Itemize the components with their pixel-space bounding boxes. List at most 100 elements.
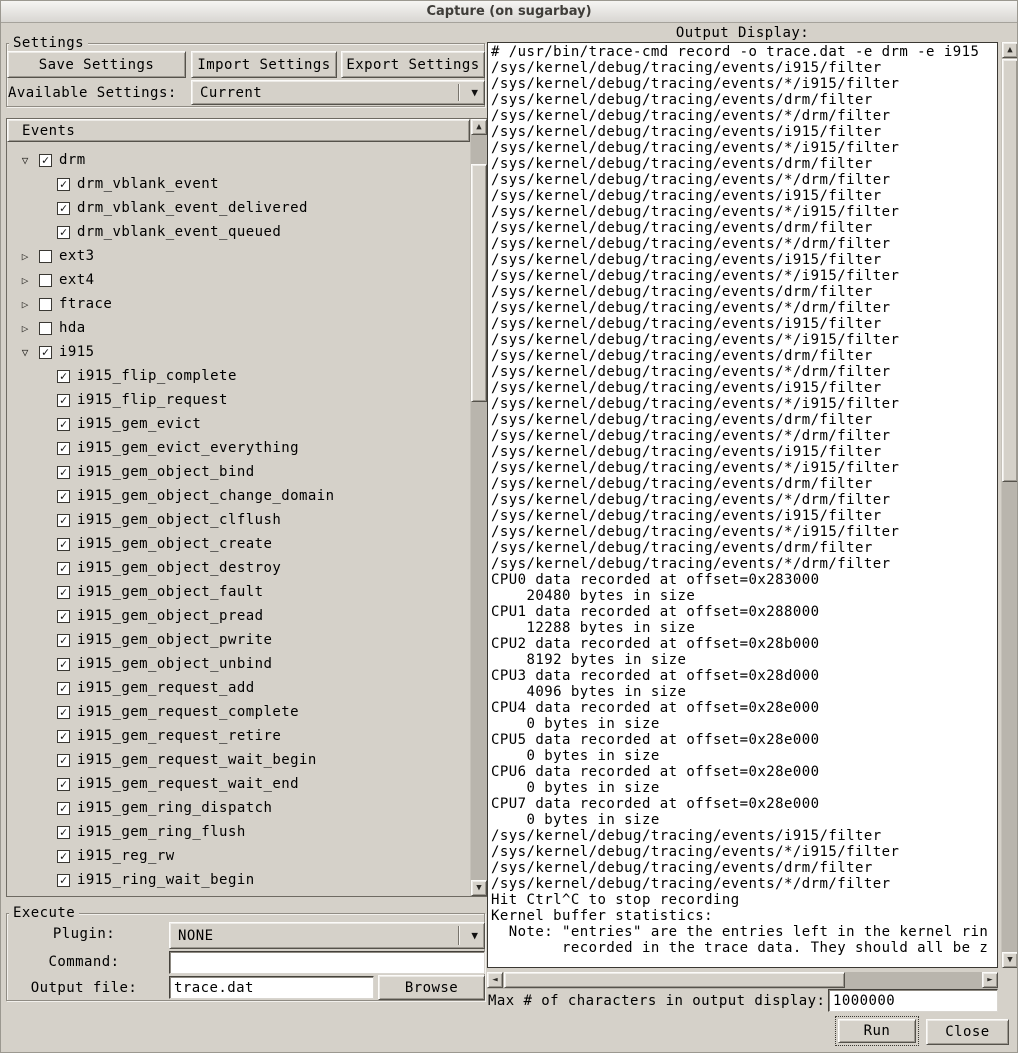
- tree-row[interactable]: ✓i915_gem_evict: [7, 412, 470, 436]
- output-text[interactable]: # /usr/bin/trace-cmd record -o trace.dat…: [488, 43, 997, 956]
- expander-expanded-icon[interactable]: ▽: [17, 154, 33, 167]
- tree-row[interactable]: ✓i915_flip_request: [7, 388, 470, 412]
- tree-row[interactable]: ✓i915_gem_request_wait_end: [7, 772, 470, 796]
- expander-collapsed-icon[interactable]: ▷: [17, 298, 33, 311]
- expander-collapsed-icon[interactable]: ▷: [17, 322, 33, 335]
- expander-collapsed-icon[interactable]: ▷: [17, 274, 33, 287]
- tree-row[interactable]: ✓i915_gem_object_pread: [7, 604, 470, 628]
- event-checkbox[interactable]: ✓: [57, 490, 70, 503]
- event-checkbox[interactable]: ✓: [57, 514, 70, 527]
- tree-row[interactable]: ✓drm_vblank_event: [7, 172, 470, 196]
- tree-row[interactable]: ✓i915_gem_ring_flush: [7, 820, 470, 844]
- event-checkbox[interactable]: ✓: [39, 346, 52, 359]
- save-settings-button[interactable]: Save Settings: [7, 51, 186, 78]
- event-checkbox[interactable]: ✓: [57, 418, 70, 431]
- expander-collapsed-icon[interactable]: ▷: [17, 250, 33, 263]
- event-checkbox[interactable]: ✓: [57, 466, 70, 479]
- scroll-up-icon[interactable]: ▲: [1002, 42, 1018, 58]
- event-checkbox[interactable]: ✓: [57, 826, 70, 839]
- max-chars-input[interactable]: 1000000: [828, 989, 998, 1012]
- output-vscrollbar-thumb[interactable]: [1002, 59, 1018, 482]
- event-checkbox[interactable]: ✓: [39, 154, 52, 167]
- import-settings-button[interactable]: Import Settings: [191, 51, 337, 78]
- event-checkbox[interactable]: [39, 298, 52, 311]
- event-checkbox[interactable]: ✓: [57, 754, 70, 767]
- tree-row[interactable]: ✓i915_flip_complete: [7, 364, 470, 388]
- window-titlebar[interactable]: Capture (on sugarbay): [1, 1, 1017, 23]
- tree-row[interactable]: ✓i915_reg_rw: [7, 844, 470, 868]
- event-label: i915: [59, 344, 95, 360]
- event-checkbox[interactable]: ✓: [57, 850, 70, 863]
- available-settings-combobox[interactable]: Current ▼: [191, 80, 485, 105]
- tree-row[interactable]: ▽ ✓ i915: [7, 340, 470, 364]
- event-checkbox[interactable]: ✓: [57, 538, 70, 551]
- event-checkbox[interactable]: ✓: [57, 586, 70, 599]
- tree-row[interactable]: ▽✓drm: [7, 148, 470, 172]
- command-input[interactable]: [169, 951, 485, 974]
- event-checkbox[interactable]: ✓: [57, 610, 70, 623]
- event-checkbox[interactable]: ✓: [57, 658, 70, 671]
- event-label: i915_gem_object_pwrite: [77, 632, 272, 648]
- scroll-right-icon[interactable]: ►: [982, 972, 998, 988]
- event-checkbox[interactable]: ✓: [57, 442, 70, 455]
- output-display-area[interactable]: # /usr/bin/trace-cmd record -o trace.dat…: [487, 42, 998, 968]
- tree-row[interactable]: ✓i915_gem_request_retire: [7, 724, 470, 748]
- event-checkbox[interactable]: ✓: [57, 634, 70, 647]
- scroll-up-icon[interactable]: ▲: [471, 119, 487, 135]
- output-hscrollbar[interactable]: ◄ ►: [487, 972, 998, 989]
- tree-row[interactable]: ✓i915_gem_request_wait_begin: [7, 748, 470, 772]
- output-file-input[interactable]: trace.dat: [169, 976, 374, 999]
- events-scrollbar-thumb[interactable]: [471, 164, 487, 402]
- event-checkbox[interactable]: ✓: [57, 202, 70, 215]
- tree-row[interactable]: ▷ftrace: [7, 292, 470, 316]
- plugin-combobox[interactable]: NONE ▼: [169, 922, 485, 949]
- close-button[interactable]: Close: [926, 1019, 1009, 1045]
- events-tree: Events ▽✓drm✓drm_vblank_event✓drm_vblank…: [6, 118, 488, 897]
- browse-button[interactable]: Browse: [378, 975, 485, 1000]
- tree-row[interactable]: ✓i915_gem_object_fault: [7, 580, 470, 604]
- tree-row[interactable]: ✓i915_gem_object_change_domain: [7, 484, 470, 508]
- tree-row[interactable]: ▷hda: [7, 316, 470, 340]
- scroll-down-icon[interactable]: ▼: [1002, 952, 1018, 968]
- tree-row[interactable]: ▷ext3: [7, 244, 470, 268]
- event-checkbox[interactable]: [39, 274, 52, 287]
- tree-row[interactable]: ✓i915_gem_object_create: [7, 532, 470, 556]
- tree-row[interactable]: ✓i915_ring_wait_begin: [7, 868, 470, 892]
- tree-row[interactable]: ✓ i915_gem_request_add: [7, 676, 470, 700]
- event-checkbox[interactable]: [39, 322, 52, 335]
- tree-row[interactable]: ✓i915_gem_ring_dispatch: [7, 796, 470, 820]
- tree-row[interactable]: ✓drm_vblank_event_delivered: [7, 196, 470, 220]
- expander-expanded-icon[interactable]: ▽: [17, 346, 33, 359]
- tree-row[interactable]: ✓i915_gem_object_bind: [7, 460, 470, 484]
- tree-row[interactable]: ✓drm_vblank_event_queued: [7, 220, 470, 244]
- tree-row[interactable]: ✓i915_gem_object_clflush: [7, 508, 470, 532]
- event-checkbox[interactable]: ✓: [57, 370, 70, 383]
- event-checkbox[interactable]: ✓: [57, 778, 70, 791]
- event-checkbox[interactable]: ✓: [57, 802, 70, 815]
- tree-row[interactable]: ✓i915_gem_request_complete: [7, 700, 470, 724]
- event-checkbox[interactable]: ✓: [57, 874, 70, 887]
- event-checkbox[interactable]: [39, 250, 52, 263]
- event-checkbox[interactable]: ✓: [57, 226, 70, 239]
- run-button[interactable]: Run: [838, 1019, 916, 1043]
- event-checkbox[interactable]: ✓: [57, 730, 70, 743]
- output-vscrollbar[interactable]: ▲ ▼: [1001, 42, 1018, 968]
- tree-row[interactable]: ✓i915_gem_object_unbind: [7, 652, 470, 676]
- scroll-down-icon[interactable]: ▼: [471, 880, 487, 896]
- event-checkbox[interactable]: ✓: [57, 682, 70, 695]
- events-column-header[interactable]: Events: [7, 119, 470, 142]
- event-checkbox[interactable]: ✓: [57, 562, 70, 575]
- tree-row[interactable]: ✓ i915_gem_object_pwrite: [7, 628, 470, 652]
- tree-row[interactable]: ✓i915_gem_object_destroy: [7, 556, 470, 580]
- export-settings-button[interactable]: Export Settings: [341, 51, 485, 78]
- event-checkbox[interactable]: ✓: [57, 394, 70, 407]
- scroll-left-icon[interactable]: ◄: [487, 972, 503, 988]
- output-hscrollbar-thumb[interactable]: [504, 972, 845, 988]
- event-checkbox[interactable]: ✓: [57, 178, 70, 191]
- tree-row[interactable]: ▷ext4: [7, 268, 470, 292]
- tree-row[interactable]: ✓i915_gem_evict_everything: [7, 436, 470, 460]
- events-scrollbar[interactable]: ▲ ▼: [470, 119, 487, 896]
- events-tree-body[interactable]: ▽✓drm✓drm_vblank_event✓drm_vblank_event_…: [7, 142, 470, 896]
- event-label: i915_gem_request_add: [77, 680, 255, 696]
- event-checkbox[interactable]: ✓: [57, 706, 70, 719]
